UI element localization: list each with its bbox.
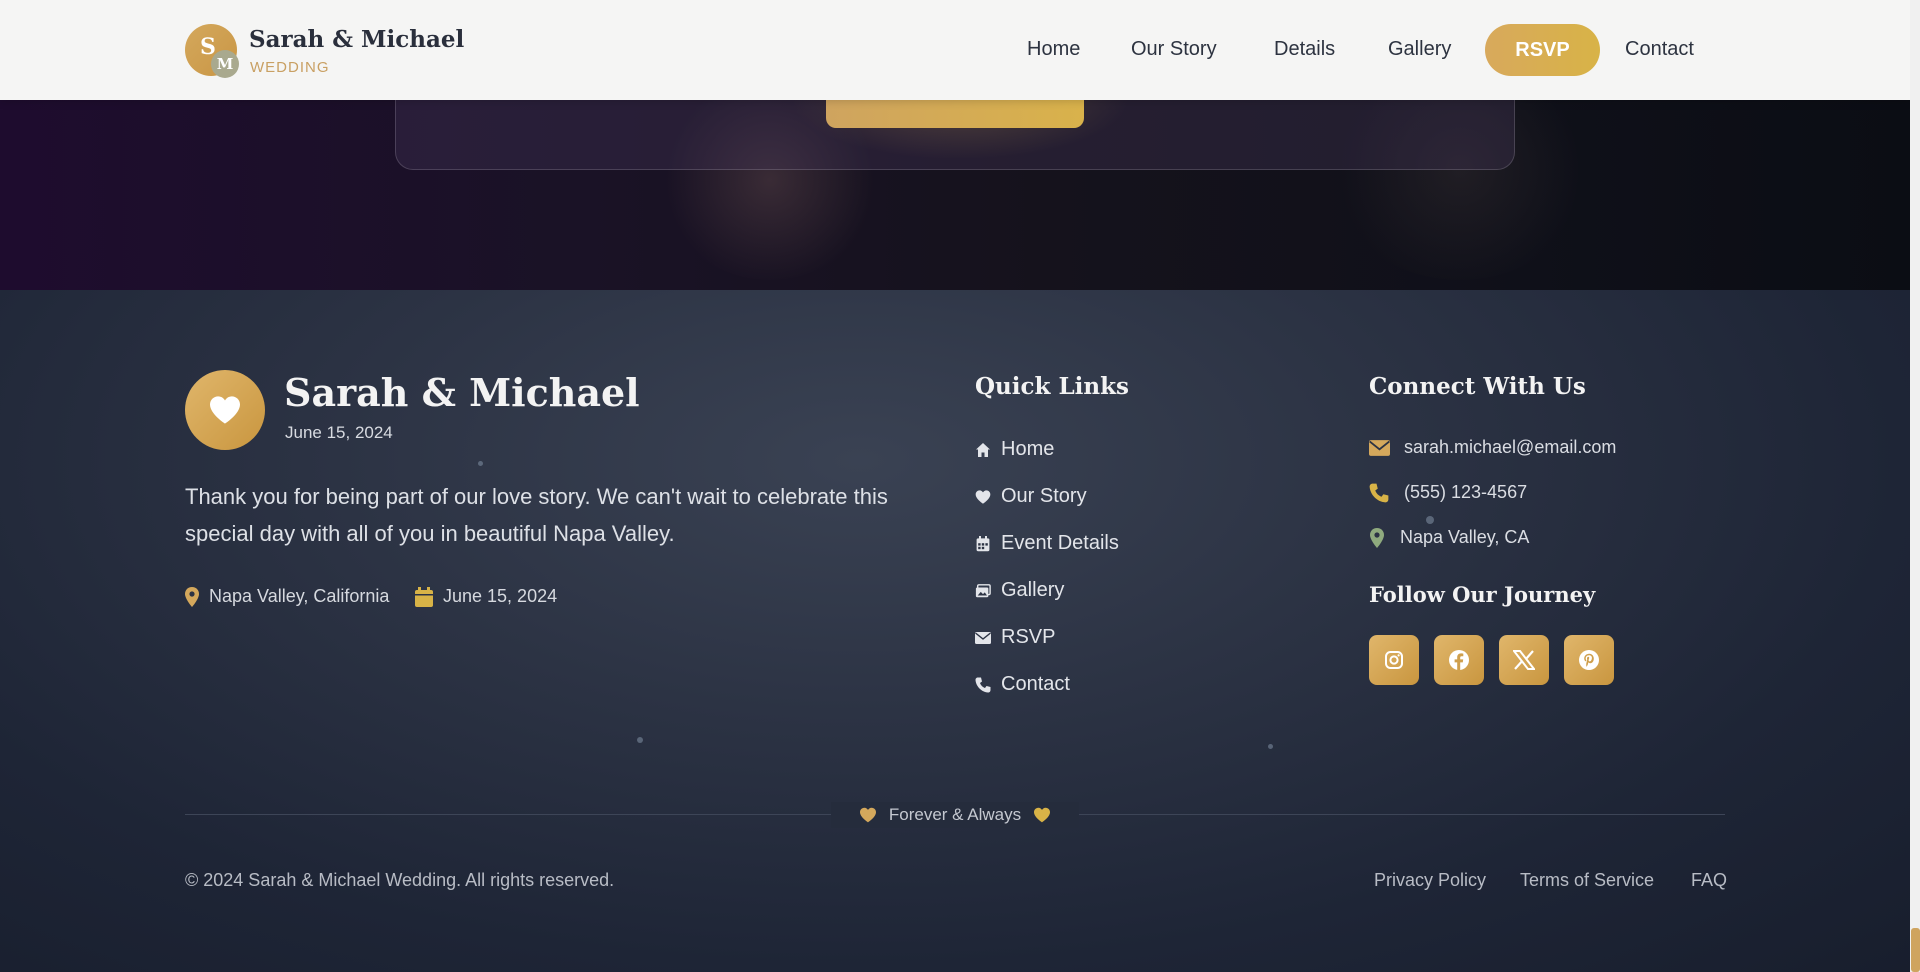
quick-link-label: Event Details bbox=[1001, 532, 1119, 554]
decorative-dot bbox=[1268, 744, 1273, 749]
contact-location-text: Napa Valley, CA bbox=[1400, 527, 1530, 547]
nav-home[interactable]: Home bbox=[1027, 38, 1080, 61]
facebook-icon bbox=[1449, 650, 1469, 670]
follow-heading: Follow Our Journey bbox=[1369, 582, 1596, 607]
quick-link-our-story[interactable]: Our Story bbox=[975, 485, 1087, 508]
quick-link-label: RSVP bbox=[1001, 626, 1056, 648]
contact-email[interactable]: sarah.michael@email.com bbox=[1369, 437, 1616, 458]
heart-icon bbox=[859, 807, 876, 823]
contact-location: Napa Valley, CA bbox=[1370, 527, 1529, 548]
envelope-icon bbox=[1369, 439, 1390, 456]
calendar-icon bbox=[415, 586, 433, 607]
quick-link-label: Home bbox=[1001, 438, 1055, 460]
footer-meta-date-text: June 15, 2024 bbox=[443, 586, 558, 606]
forever-and-always-divider: Forever & Always bbox=[831, 802, 1079, 828]
footer-meta-location-text: Napa Valley, California bbox=[209, 586, 390, 606]
quick-link-home[interactable]: Home bbox=[975, 438, 1054, 461]
quick-links-heading: Quick Links bbox=[975, 373, 1129, 400]
footer-meta-date: June 15, 2024 bbox=[415, 586, 557, 607]
brand-name[interactable]: Sarah & Michael bbox=[249, 26, 464, 53]
footer-meta-location: Napa Valley, California bbox=[185, 586, 389, 607]
nav-our-story[interactable]: Our Story bbox=[1131, 38, 1217, 61]
phone-icon bbox=[975, 677, 991, 692]
contact-phone[interactable]: (555) 123-4567 bbox=[1369, 482, 1527, 503]
images-icon bbox=[975, 583, 991, 597]
privacy-policy-link[interactable]: Privacy Policy bbox=[1374, 870, 1486, 891]
decorative-dot bbox=[1426, 516, 1434, 524]
heart-icon bbox=[210, 396, 240, 424]
quick-link-event-details[interactable]: Event Details bbox=[975, 532, 1119, 555]
terms-of-service-link[interactable]: Terms of Service bbox=[1520, 870, 1654, 891]
home-icon bbox=[976, 442, 990, 457]
quick-link-rsvp[interactable]: RSVP bbox=[975, 626, 1055, 649]
envelope-icon bbox=[975, 631, 991, 644]
navbar: S M Sarah & Michael WEDDING Home Our Sto… bbox=[0, 0, 1910, 100]
decorative-dot bbox=[478, 461, 483, 466]
facebook-button[interactable] bbox=[1434, 635, 1484, 685]
heart-icon bbox=[975, 489, 991, 504]
nav-details[interactable]: Details bbox=[1274, 38, 1335, 61]
instagram-icon bbox=[1385, 651, 1403, 669]
instagram-button[interactable] bbox=[1369, 635, 1419, 685]
quick-link-gallery[interactable]: Gallery bbox=[975, 579, 1064, 602]
nav-rsvp-button[interactable]: RSVP bbox=[1485, 24, 1600, 76]
footer-date: June 15, 2024 bbox=[285, 423, 393, 442]
quick-link-label: Our Story bbox=[1001, 485, 1087, 507]
pinterest-icon bbox=[1579, 650, 1599, 670]
quick-link-contact[interactable]: Contact bbox=[975, 673, 1070, 696]
contact-email-text: sarah.michael@email.com bbox=[1404, 437, 1617, 457]
decorative-dot bbox=[637, 737, 643, 743]
quick-link-label: Contact bbox=[1001, 673, 1070, 695]
pinterest-button[interactable] bbox=[1564, 635, 1614, 685]
scrollbar-track[interactable] bbox=[1910, 0, 1920, 972]
phone-icon bbox=[1369, 483, 1389, 502]
quick-link-label: Gallery bbox=[1001, 579, 1065, 601]
map-pin-icon bbox=[1370, 527, 1384, 548]
footer: Sarah & Michael June 15, 2024 Thank you … bbox=[0, 290, 1910, 972]
brand-logo[interactable]: S M bbox=[185, 24, 239, 78]
map-pin-icon bbox=[185, 586, 199, 607]
connect-heading: Connect With Us bbox=[1369, 373, 1586, 400]
forever-and-always-text: Forever & Always bbox=[888, 805, 1022, 824]
heart-logo bbox=[185, 370, 265, 450]
scrollbar-thumb[interactable] bbox=[1911, 928, 1920, 972]
brand-initial-m: M bbox=[211, 50, 239, 78]
heart-icon bbox=[1034, 807, 1051, 823]
footer-message: Thank you for being part of our love sto… bbox=[185, 484, 888, 546]
faq-link[interactable]: FAQ bbox=[1691, 870, 1727, 891]
nav-contact[interactable]: Contact bbox=[1625, 38, 1694, 61]
brand-subtitle: WEDDING bbox=[250, 59, 330, 76]
calendar-icon bbox=[976, 535, 990, 551]
nav-gallery[interactable]: Gallery bbox=[1388, 38, 1451, 61]
copyright-text: © 2024 Sarah & Michael Wedding. All righ… bbox=[185, 870, 615, 890]
x-twitter-button[interactable] bbox=[1499, 635, 1549, 685]
x-twitter-icon bbox=[1513, 650, 1535, 670]
footer-title: Sarah & Michael bbox=[284, 370, 640, 415]
contact-phone-text: (555) 123-4567 bbox=[1404, 482, 1528, 502]
